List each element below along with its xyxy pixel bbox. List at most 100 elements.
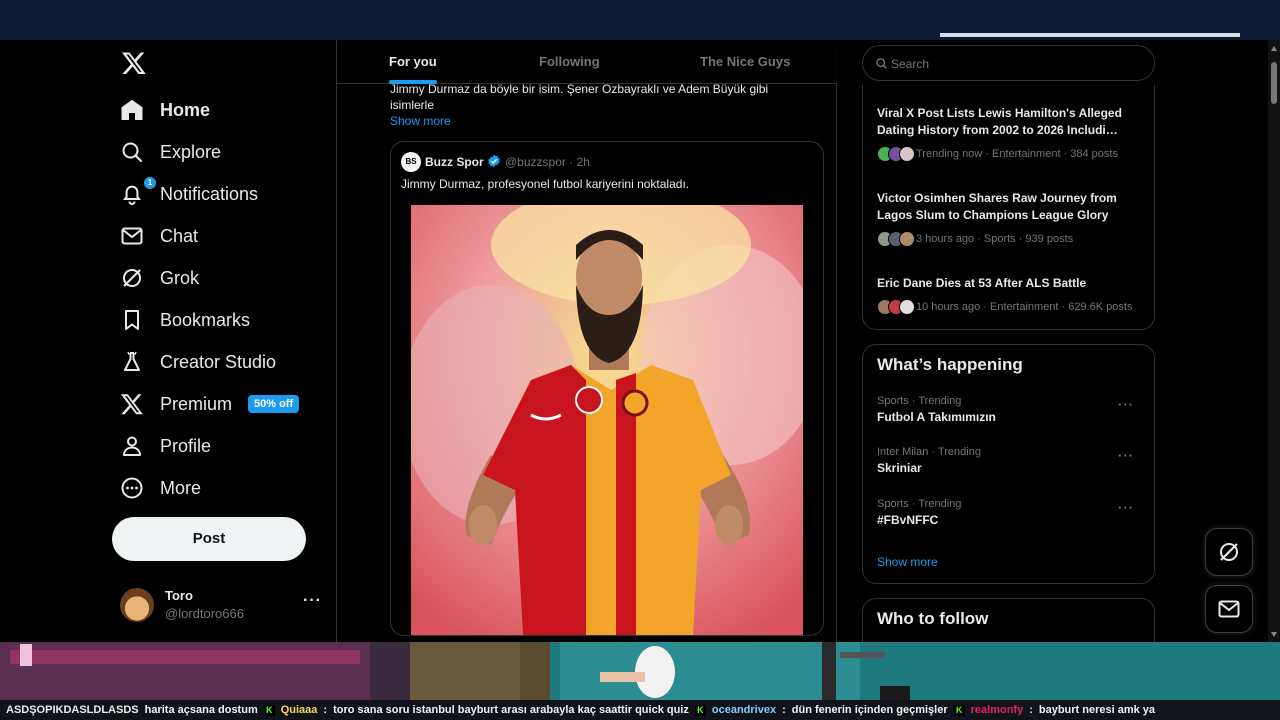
news-meta-row: 3 hours ago · Sports · 939 posts <box>877 230 1142 248</box>
more-dots-icon[interactable]: ··· <box>1118 500 1134 515</box>
x-logo-icon <box>120 394 143 415</box>
chat-message: toro sana soru istanbul bayburt arası ar… <box>333 704 689 716</box>
sidebar-item-label: More <box>160 477 202 498</box>
news-title: Eric Dane Dies at 53 After ALS Battle <box>877 276 1087 290</box>
browser-top-band <box>0 0 1280 40</box>
news-meta: Trending now · Entertainment · 384 posts <box>916 148 1118 160</box>
sidebar-item-explore[interactable]: Explore <box>120 134 221 170</box>
premium-discount-badge: 50% off <box>248 395 300 413</box>
news-meta-row: Trending now · Entertainment · 384 posts <box>877 145 1142 163</box>
sidebar-item-more[interactable]: More <box>120 470 201 506</box>
sidebar-item-label: Notifications <box>160 183 259 204</box>
more-dots-icon[interactable]: ··· <box>303 592 322 610</box>
mail-icon <box>1218 600 1240 618</box>
grok-floating-button[interactable] <box>1205 528 1253 576</box>
show-more-link[interactable]: Show more <box>390 114 451 128</box>
sidebar-item-profile[interactable]: Profile <box>120 428 211 464</box>
account-switcher[interactable]: Toro @lordtoro666 ··· <box>120 586 330 626</box>
kick-icon: K <box>953 704 965 716</box>
trend-item[interactable]: Sports · Trending #FBvNFFC ··· <box>877 498 1142 527</box>
scroll-down-arrow-icon[interactable] <box>1271 632 1277 637</box>
account-name: Toro <box>165 588 193 603</box>
who-to-follow-module: Who to follow <box>862 598 1155 642</box>
quoted-author-name[interactable]: Buzz Spor <box>425 155 484 169</box>
news-module: Viral X Post Lists Lewis Hamilton's Alle… <box>862 85 1155 330</box>
news-item[interactable]: Victor Osimhen Shares Raw Journey from L… <box>877 190 1142 248</box>
scroll-thumb[interactable] <box>1271 62 1277 104</box>
sidebar-item-label: Home <box>160 99 211 120</box>
sidebar-item-label: Premium <box>160 393 233 414</box>
sidebar-item-bookmarks[interactable]: Bookmarks <box>120 302 250 338</box>
sidebar-item-premium[interactable]: Premium 50% off <box>120 386 300 422</box>
news-avatars <box>877 231 915 247</box>
sidebar-item-label: Grok <box>160 267 200 288</box>
sidebar-item-label: Chat <box>160 225 199 246</box>
grok-icon <box>1220 543 1238 561</box>
sidebar-item-notifications[interactable]: 1 Notifications <box>120 176 258 212</box>
news-avatars <box>877 146 915 162</box>
news-item[interactable]: Eric Dane Dies at 53 After ALS Battle 10… <box>877 275 1142 316</box>
module-title: Who to follow <box>877 609 989 628</box>
bell-icon <box>123 185 141 205</box>
news-title: Viral X Post Lists Lewis Hamilton's Alle… <box>877 106 1122 137</box>
module-title: What’s happening <box>877 355 1023 374</box>
sidebar-item-label: Bookmarks <box>160 309 251 330</box>
chat-message: harita açsana dostum <box>144 704 258 716</box>
more-dots-icon[interactable]: ··· <box>1118 448 1134 463</box>
footballer-photo-image <box>411 205 803 635</box>
chat-username: Quiaaa <box>280 704 318 716</box>
sidebar-item-label: Explore <box>160 141 222 162</box>
post-button[interactable]: Post <box>112 517 306 561</box>
news-meta: 10 hours ago · Entertainment · 629.6K po… <box>916 301 1133 313</box>
bookmark-icon <box>125 310 139 330</box>
tab-following[interactable]: Following <box>539 40 600 84</box>
trend-name: Skriniar <box>877 461 922 475</box>
x-logo-icon[interactable] <box>121 50 147 76</box>
sidebar-item-label: Profile <box>160 435 212 456</box>
chat-message: bayburt neresi amk ya <box>1038 704 1156 716</box>
show-more-link[interactable]: Show more <box>877 555 938 569</box>
sidebar-item-creator-studio[interactable]: Creator Studio <box>120 344 276 380</box>
quoted-author-avatar[interactable]: BS <box>401 152 421 172</box>
search-icon <box>122 142 143 163</box>
tab-for-you[interactable]: For you <box>389 40 437 84</box>
sidebar-item-grok[interactable]: Grok <box>120 260 199 296</box>
quoted-tweet-text: Jimmy Durmaz, profesyonel futbol kariyer… <box>401 177 690 191</box>
trend-name: #FBvNFFC <box>877 513 939 527</box>
scroll-up-arrow-icon[interactable] <box>1271 46 1277 51</box>
sidebar-item-home[interactable]: Home <box>120 92 210 128</box>
pixel-game-scene-image <box>0 642 1280 700</box>
more-circle-icon <box>121 477 143 499</box>
chat-username: ASDŞOPIKDASLDLASDS <box>6 704 139 716</box>
person-icon <box>123 436 141 456</box>
mail-icon <box>121 227 143 245</box>
tab-the-nice-guys[interactable]: The Nice Guys <box>700 40 790 84</box>
trend-meta: Sports · Trending <box>877 395 962 407</box>
search-box[interactable] <box>862 45 1155 81</box>
stream-chat-ticker: ASDŞOPIKDASLDLASDS harita açsana dostum … <box>0 700 1280 720</box>
messages-floating-button[interactable] <box>1205 585 1253 633</box>
trend-item[interactable]: Inter Milan · Trending Skriniar ··· <box>877 446 1142 475</box>
news-meta-row: 10 hours ago · Entertainment · 629.6K po… <box>877 298 1142 316</box>
news-meta: 3 hours ago · Sports · 939 posts <box>916 233 1074 245</box>
search-icon <box>876 58 887 69</box>
chat-username: oceandrivex <box>711 704 777 716</box>
sidebar-item-chat[interactable]: Chat <box>120 218 198 254</box>
chat-message: dün fenerin içinden geçmişler <box>791 704 948 716</box>
more-dots-icon[interactable]: ··· <box>1118 397 1134 412</box>
trend-item[interactable]: Sports · Trending Futbol A Takımımızın ·… <box>877 395 1142 424</box>
news-item[interactable]: Viral X Post Lists Lewis Hamilton's Alle… <box>877 105 1142 163</box>
kick-icon: K <box>263 704 275 716</box>
kick-icon: K <box>694 704 706 716</box>
search-input[interactable] <box>891 54 1141 74</box>
tweet-text: Jimmy Durmaz da böyle bir isim. Şener Öz… <box>390 82 769 112</box>
news-avatars <box>877 299 915 315</box>
tweet-photo[interactable] <box>411 205 803 635</box>
avatar <box>120 588 154 622</box>
quoted-tweet[interactable]: BS Buzz Spor @buzzspor · 2h Jimmy Durmaz… <box>390 141 824 636</box>
chat-username: realmonfy <box>970 704 1024 716</box>
page-scrollbar[interactable] <box>1268 40 1280 642</box>
quoted-author-handle: @buzzspor · 2h <box>505 155 590 169</box>
stream-game-overlay <box>0 642 1280 700</box>
notification-count-badge: 1 <box>144 177 156 189</box>
